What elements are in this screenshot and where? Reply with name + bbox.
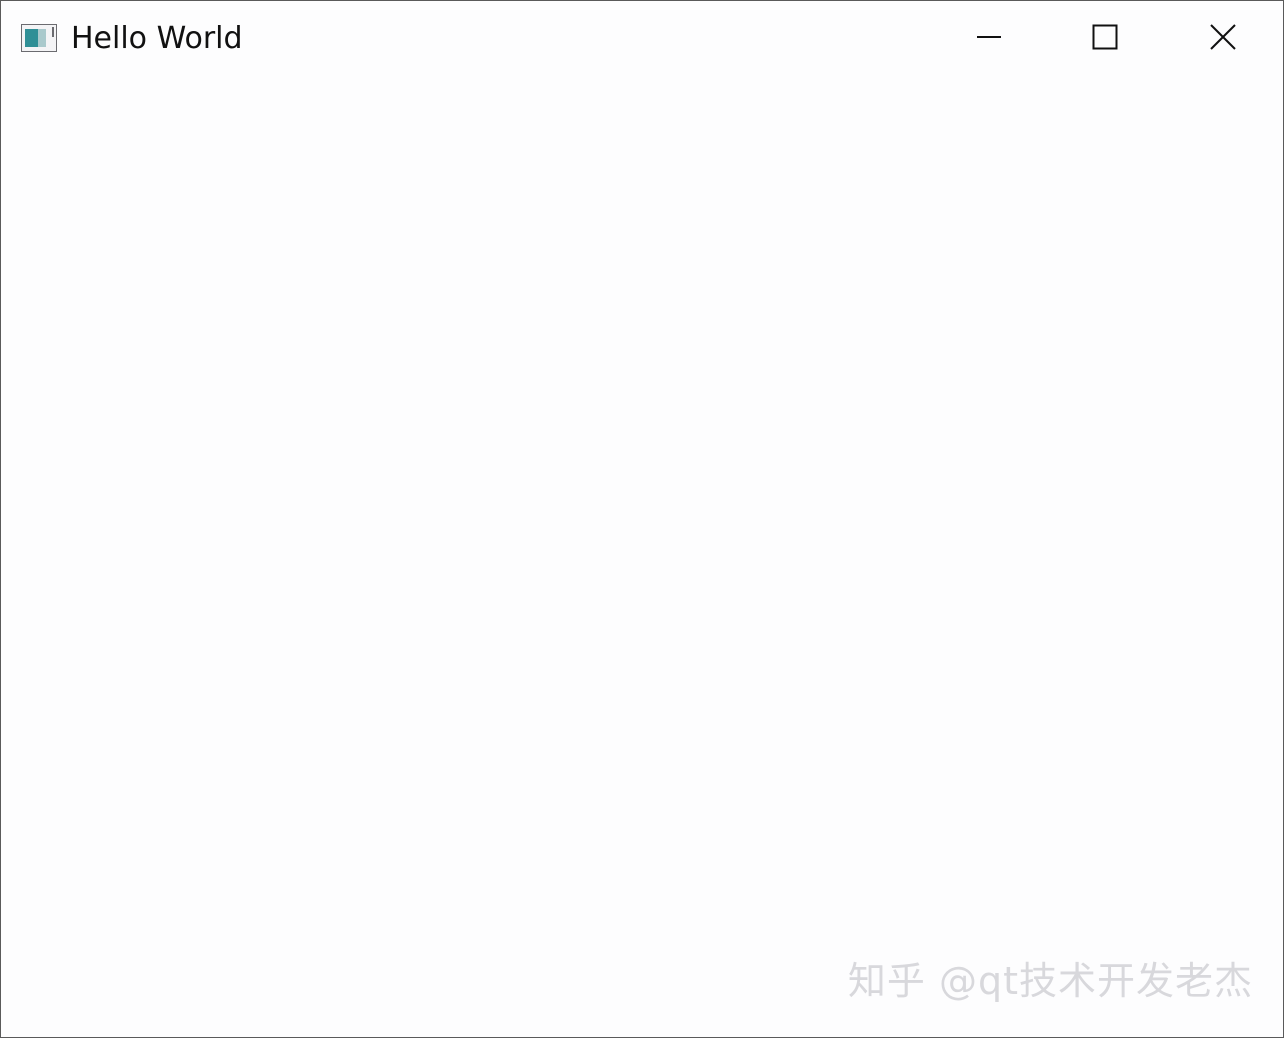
app-window-icon[interactable] — [21, 24, 57, 52]
close-button[interactable] — [1165, 1, 1281, 77]
title-bar[interactable]: Hello World — [1, 1, 1283, 77]
close-icon — [1210, 24, 1236, 54]
watermark-text: 知乎 @qt技术开发老杰 — [847, 959, 1253, 1003]
minimize-icon — [976, 24, 1002, 54]
window-title: Hello World — [71, 21, 243, 56]
maximize-icon — [1092, 24, 1118, 54]
app-window: Hello World 知乎 @qt技术开发老杰 — [0, 0, 1284, 1038]
client-area[interactable] — [1, 77, 1283, 1037]
minimize-button[interactable] — [931, 1, 1047, 77]
maximize-button[interactable] — [1047, 1, 1163, 77]
